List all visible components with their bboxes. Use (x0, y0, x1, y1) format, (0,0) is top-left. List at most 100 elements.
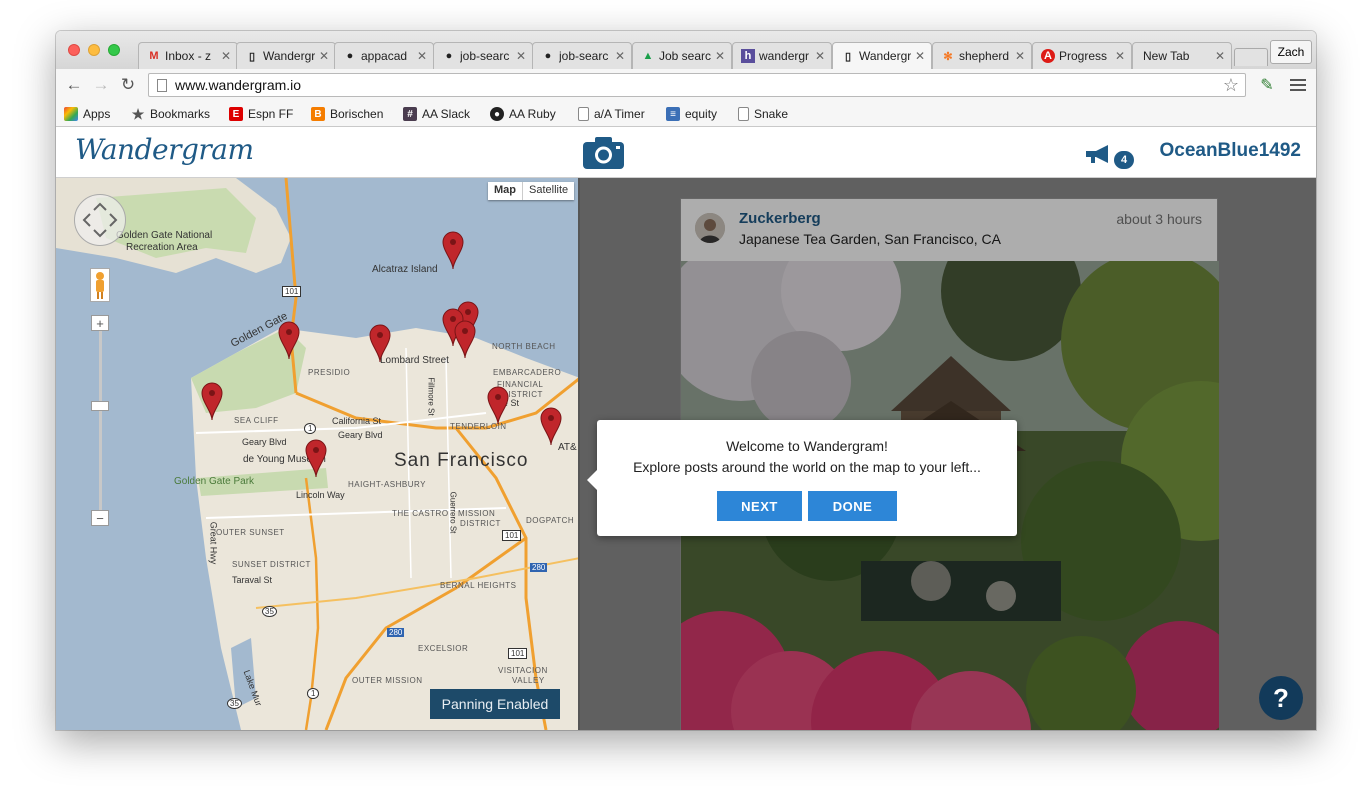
url-text[interactable]: www.wandergram.io (175, 77, 1223, 93)
close-tab-icon[interactable]: ✕ (915, 49, 925, 63)
browser-tab[interactable]: ▲ Job searc ✕ (632, 42, 732, 69)
browser-tab[interactable]: ▯ Wandergr ✕ (236, 42, 336, 69)
bookmark-snake[interactable]: Snake (738, 105, 788, 123)
bookmarks-bar: Apps ★ Bookmarks E Espn FF B Borischen #… (56, 101, 1316, 127)
map-label: Recreation Area (126, 242, 198, 253)
star-icon: ★ (131, 105, 145, 122)
close-tab-icon[interactable]: ✕ (221, 49, 231, 63)
street-view-pegman-icon[interactable] (90, 268, 110, 302)
map-label: PRESIDIO (308, 368, 351, 377)
highway-shield: 101 (282, 286, 302, 297)
map-pin-icon[interactable] (442, 231, 464, 271)
map-label: EXCELSIOR (418, 644, 469, 653)
reload-icon[interactable]: ↻ (118, 75, 138, 95)
address-bar[interactable]: www.wandergram.io ☆ (148, 73, 1246, 97)
github-icon: ● (490, 107, 504, 121)
map-pin-icon[interactable] (540, 407, 562, 447)
drive-icon: ▲ (642, 50, 654, 62)
pan-control[interactable] (74, 194, 126, 246)
tour-next-button[interactable]: NEXT (717, 491, 802, 521)
panning-enabled-button[interactable]: Panning Enabled (430, 689, 560, 719)
bookmark-star-icon[interactable]: ☆ (1223, 75, 1239, 96)
zoom-window-button[interactable] (108, 44, 120, 56)
bookmark-bookmarks[interactable]: ★ Bookmarks (131, 105, 210, 123)
map-pin-icon[interactable] (305, 439, 327, 479)
browser-tab[interactable]: ● job-searc ✕ (433, 42, 533, 69)
page-icon: ▯ (844, 50, 852, 63)
minimize-window-button[interactable] (88, 44, 100, 56)
map-type-map-button[interactable]: Map (488, 182, 523, 200)
close-tab-icon[interactable]: ✕ (516, 49, 526, 63)
close-tab-icon[interactable]: ✕ (615, 49, 625, 63)
zoom-out-button[interactable]: − (91, 510, 109, 526)
username-link[interactable]: OceanBlue1492 (1159, 140, 1301, 162)
zoom-in-button[interactable]: + (91, 315, 109, 331)
slack-icon: # (403, 107, 417, 121)
close-tab-icon[interactable]: ✕ (319, 49, 329, 63)
map-panel[interactable]: Golden Gate National Recreation Area Alc… (56, 178, 580, 730)
map-type-control: Map Satellite (488, 182, 575, 200)
browser-tab[interactable]: ✻ shepherd ✕ (932, 42, 1032, 69)
close-tab-icon[interactable]: ✕ (1015, 49, 1025, 63)
map-pin-icon[interactable] (201, 382, 223, 422)
browser-tab[interactable]: ● job-searc ✕ (532, 42, 632, 69)
map-pin-icon[interactable] (487, 386, 509, 426)
close-tab-icon[interactable]: ✕ (715, 49, 725, 63)
bookmark-aa-ruby[interactable]: ● AA Ruby (490, 105, 556, 123)
bookmark-equity[interactable]: ≡ equity (666, 105, 717, 123)
map-label: Golden Gate National (116, 230, 213, 241)
map-label: OUTER SUNSET (216, 528, 285, 537)
map-label: SEA CLIFF (234, 416, 279, 425)
zoom-slider-track[interactable] (99, 326, 102, 514)
map-label: California St (332, 416, 382, 426)
browser-tab-active[interactable]: ▯ Wandergr ✕ (832, 42, 932, 69)
close-tab-icon[interactable]: ✕ (815, 49, 825, 63)
map-type-satellite-button[interactable]: Satellite (523, 182, 575, 200)
menu-icon[interactable] (1290, 75, 1306, 95)
highway-shield: 280 (530, 563, 548, 572)
map-label: BERNAL HEIGHTS (440, 581, 517, 590)
browser-tab[interactable]: ● appacad ✕ (334, 42, 434, 69)
main-content: Golden Gate National Recreation Area Alc… (56, 178, 1316, 730)
map-label: SUNSET DISTRICT (232, 560, 311, 569)
close-tab-icon[interactable]: ✕ (1115, 49, 1125, 63)
bookmark-apps[interactable]: Apps (64, 105, 110, 123)
page-icon (157, 78, 167, 92)
highway-shield: 280 (387, 628, 405, 637)
camera-icon[interactable] (583, 136, 624, 169)
map-label: THE CASTRO (392, 509, 449, 518)
map-label: Taraval St (232, 575, 273, 585)
browser-tab[interactable]: h wandergr ✕ (732, 42, 832, 69)
map-label: Geary Blvd (338, 430, 383, 440)
map-pin-icon[interactable] (278, 321, 300, 361)
map-label: DOGPATCH (526, 516, 575, 525)
wandergram-logo[interactable]: Wandergram (75, 133, 254, 166)
page-icon (738, 107, 749, 121)
browser-tab[interactable]: A Progress ✕ (1032, 42, 1132, 69)
bookmark-espn[interactable]: E Espn FF (229, 105, 293, 123)
highway-shield: 35 (227, 698, 242, 709)
github-icon: ● (346, 50, 354, 62)
notification-count-badge[interactable]: 4 (1114, 151, 1134, 169)
bookmark-aa-timer[interactable]: a/A Timer (578, 105, 645, 123)
profile-button[interactable]: Zach (1270, 40, 1312, 64)
close-window-button[interactable] (68, 44, 80, 56)
bookmark-aa-slack[interactable]: # AA Slack (403, 105, 470, 123)
tour-done-button[interactable]: DONE (808, 491, 897, 521)
github-icon: ● (445, 50, 453, 62)
map-pin-icon[interactable] (454, 320, 476, 360)
close-tab-icon[interactable]: ✕ (1215, 49, 1225, 63)
bullhorn-icon[interactable] (1086, 143, 1112, 165)
close-tab-icon[interactable]: ✕ (417, 49, 427, 63)
bookmark-borischen[interactable]: B Borischen (311, 105, 383, 123)
eyedropper-extension-icon[interactable]: ✎ (1257, 75, 1277, 95)
map-pin-icon[interactable] (369, 324, 391, 364)
github-icon: ● (544, 50, 552, 62)
browser-tab[interactable]: M Inbox - z ✕ (138, 42, 238, 69)
new-tab-button[interactable] (1234, 48, 1268, 66)
browser-tab[interactable]: New Tab ✕ (1132, 42, 1232, 69)
help-button[interactable]: ? (1259, 676, 1303, 720)
forward-icon[interactable]: → (91, 75, 111, 95)
back-icon[interactable]: ← (64, 75, 84, 95)
zoom-slider-handle[interactable] (91, 401, 109, 411)
